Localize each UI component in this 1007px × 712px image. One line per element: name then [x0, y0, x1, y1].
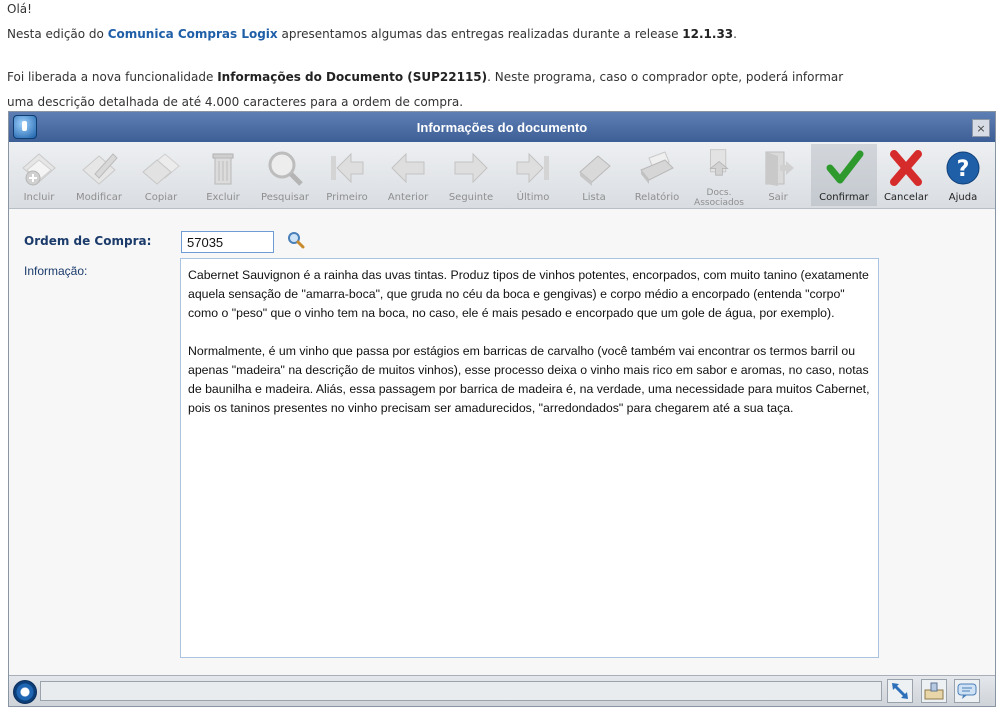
cancel-x-icon: [890, 150, 922, 186]
greeting-text: Olá!: [7, 2, 32, 16]
list-book-icon: [579, 155, 611, 186]
excluir-label: Excluir: [206, 192, 240, 203]
primeiro-button[interactable]: Primeiro: [317, 144, 377, 206]
copiar-button[interactable]: Copiar: [131, 144, 191, 206]
pesquisar-label: Pesquisar: [261, 192, 309, 203]
ajuda-label: Ajuda: [948, 192, 978, 203]
incluir-button[interactable]: Incluir: [9, 144, 69, 206]
ultimo-button[interactable]: Último: [503, 144, 563, 206]
ajuda-button[interactable]: ? Ajuda: [933, 144, 993, 206]
excluir-button[interactable]: Excluir: [193, 144, 253, 206]
window-title: Informações do documento: [416, 119, 588, 135]
keyboard-icon: [924, 682, 944, 700]
attached-docs-icon: [709, 149, 729, 176]
sair-button[interactable]: Sair: [748, 144, 808, 206]
copy-document-icon: [142, 153, 180, 185]
logix-logo-icon: [13, 680, 37, 704]
chat-bubble-icon: [957, 683, 977, 699]
status-message-field: [40, 681, 882, 701]
cancelar-label: Cancelar: [883, 192, 929, 203]
add-document-icon: [22, 153, 56, 186]
status-bar: [9, 675, 995, 706]
previous-record-icon: [391, 152, 425, 184]
ordem-compra-input[interactable]: [181, 231, 274, 253]
exit-door-icon: [765, 151, 794, 186]
informacao-textarea[interactable]: Cabernet Sauvignon é a rainha das uvas t…: [180, 258, 879, 658]
release-number: 12.1.33: [682, 27, 734, 41]
first-record-icon: [331, 152, 364, 184]
svg-text:?: ?: [957, 157, 970, 182]
resize-button[interactable]: [887, 679, 913, 703]
ultimo-label: Último: [516, 192, 550, 203]
edit-document-icon: [82, 153, 118, 185]
info-paragraph-2: Normalmente, é um vinho que passa por es…: [188, 344, 870, 415]
anterior-button[interactable]: Anterior: [378, 144, 438, 206]
intro-text: Nesta edição do: [7, 27, 108, 41]
lista-label: Lista: [582, 192, 606, 203]
title-bar[interactable]: Informações do documento ×: [9, 112, 995, 142]
copiar-label: Copiar: [144, 192, 178, 203]
anterior-label: Anterior: [387, 192, 429, 203]
check-icon: [826, 150, 864, 184]
info-paragraph-1: Cabernet Sauvignon é a rainha das uvas t…: [188, 268, 869, 320]
seguinte-button[interactable]: Seguinte: [441, 144, 501, 206]
app-window: Informações do documento × Incluir Modif…: [8, 111, 996, 707]
incluir-label: Incluir: [23, 192, 55, 203]
confirmar-label: Confirmar: [819, 192, 869, 203]
intro-line-feature: Foi liberada a nova funcionalidade Infor…: [7, 70, 843, 84]
intro-text: .: [733, 27, 737, 41]
relatorio-button[interactable]: Relatório: [627, 144, 687, 206]
magnifier-icon: [268, 151, 303, 186]
zoom-search-icon[interactable]: [287, 231, 305, 249]
app-logo-icon: [13, 115, 37, 139]
sair-label: Sair: [768, 192, 788, 203]
docs-label-line2: Associados: [694, 198, 744, 208]
primeiro-label: Primeiro: [326, 192, 368, 203]
docs-label-line1: Docs.: [706, 188, 732, 198]
next-record-icon: [454, 152, 488, 184]
seguinte-label: Seguinte: [448, 192, 494, 203]
pesquisar-button[interactable]: Pesquisar: [255, 144, 315, 206]
help-icon: ?: [946, 151, 980, 185]
relatorio-label: Relatório: [634, 192, 680, 203]
confirmar-button[interactable]: Confirmar: [811, 144, 877, 206]
modificar-label: Modificar: [76, 192, 122, 203]
intro-text: . Neste programa, caso o comprador opte,…: [487, 70, 844, 84]
modificar-button[interactable]: Modificar: [69, 144, 129, 206]
docs-associados-button[interactable]: Docs. Associados: [689, 144, 749, 208]
form-area: Ordem de Compra: Informação: Cabernet Sa…: [9, 209, 995, 658]
keyboard-button[interactable]: [921, 679, 947, 703]
feature-name: Informações do Documento (SUP22115): [217, 70, 488, 84]
close-button[interactable]: ×: [972, 119, 990, 137]
printer-icon: [640, 151, 674, 184]
brand-link[interactable]: Comunica Compras Logix: [108, 27, 278, 41]
ordem-compra-label: Ordem de Compra:: [24, 234, 152, 248]
trash-icon: [212, 153, 234, 185]
informacao-label: Informação:: [24, 264, 88, 278]
toolbar: Incluir Modificar Copiar Excluir Pesquis…: [9, 142, 995, 209]
messages-button[interactable]: [954, 679, 980, 703]
intro-text: Foi liberada a nova funcionalidade: [7, 70, 218, 84]
last-record-icon: [516, 152, 549, 184]
cancelar-button[interactable]: Cancelar: [876, 144, 936, 206]
docs-associados-label: Docs. Associados: [689, 188, 749, 208]
intro-line-description: uma descrição detalhada de até 4.000 car…: [7, 95, 464, 109]
diagonal-arrows-icon: [892, 683, 908, 699]
lista-button[interactable]: Lista: [564, 144, 624, 206]
intro-text: apresentamos algumas das entregas realiz…: [277, 27, 683, 41]
intro-line-release: Nesta edição do Comunica Compras Logix a…: [7, 27, 737, 41]
